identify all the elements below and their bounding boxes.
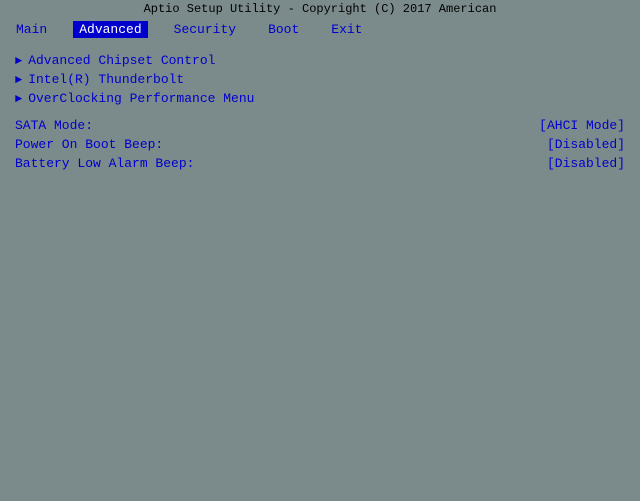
title-text: Aptio Setup Utility - Copyright (C) 2017… xyxy=(144,2,497,16)
content-area: ► Advanced Chipset Control ► Intel(R) Th… xyxy=(0,41,640,492)
menu-bar: Main Advanced Security Boot Exit xyxy=(0,18,640,41)
arrow-icon-0: ► xyxy=(15,54,22,68)
submenu-item-0[interactable]: ► Advanced Chipset Control xyxy=(15,51,625,70)
submenu-label-1: Intel(R) Thunderbolt xyxy=(28,72,184,87)
setting-value-0: [AHCI Mode] xyxy=(539,118,625,133)
setting-row-2[interactable]: Battery Low Alarm Beep: [Disabled] xyxy=(15,154,625,173)
setting-label-2: Battery Low Alarm Beep: xyxy=(15,156,194,171)
setting-value-2: [Disabled] xyxy=(547,156,625,171)
arrow-icon-1: ► xyxy=(15,73,22,87)
setting-row-0[interactable]: SATA Mode: [AHCI Mode] xyxy=(15,116,625,135)
menu-item-exit[interactable]: Exit xyxy=(325,21,368,38)
setting-label-0: SATA Mode: xyxy=(15,118,93,133)
submenu-label-0: Advanced Chipset Control xyxy=(28,53,215,68)
menu-item-advanced[interactable]: Advanced xyxy=(73,21,147,38)
submenu-item-2[interactable]: ► OverClocking Performance Menu xyxy=(15,89,625,108)
submenu-label-2: OverClocking Performance Menu xyxy=(28,91,254,106)
menu-item-security[interactable]: Security xyxy=(168,21,242,38)
setting-row-1[interactable]: Power On Boot Beep: [Disabled] xyxy=(15,135,625,154)
title-bar: Aptio Setup Utility - Copyright (C) 2017… xyxy=(0,0,640,18)
arrow-icon-2: ► xyxy=(15,92,22,106)
submenu-item-1[interactable]: ► Intel(R) Thunderbolt xyxy=(15,70,625,89)
menu-item-boot[interactable]: Boot xyxy=(262,21,305,38)
setting-label-1: Power On Boot Beep: xyxy=(15,137,163,152)
setting-value-1: [Disabled] xyxy=(547,137,625,152)
menu-item-main[interactable]: Main xyxy=(10,21,53,38)
